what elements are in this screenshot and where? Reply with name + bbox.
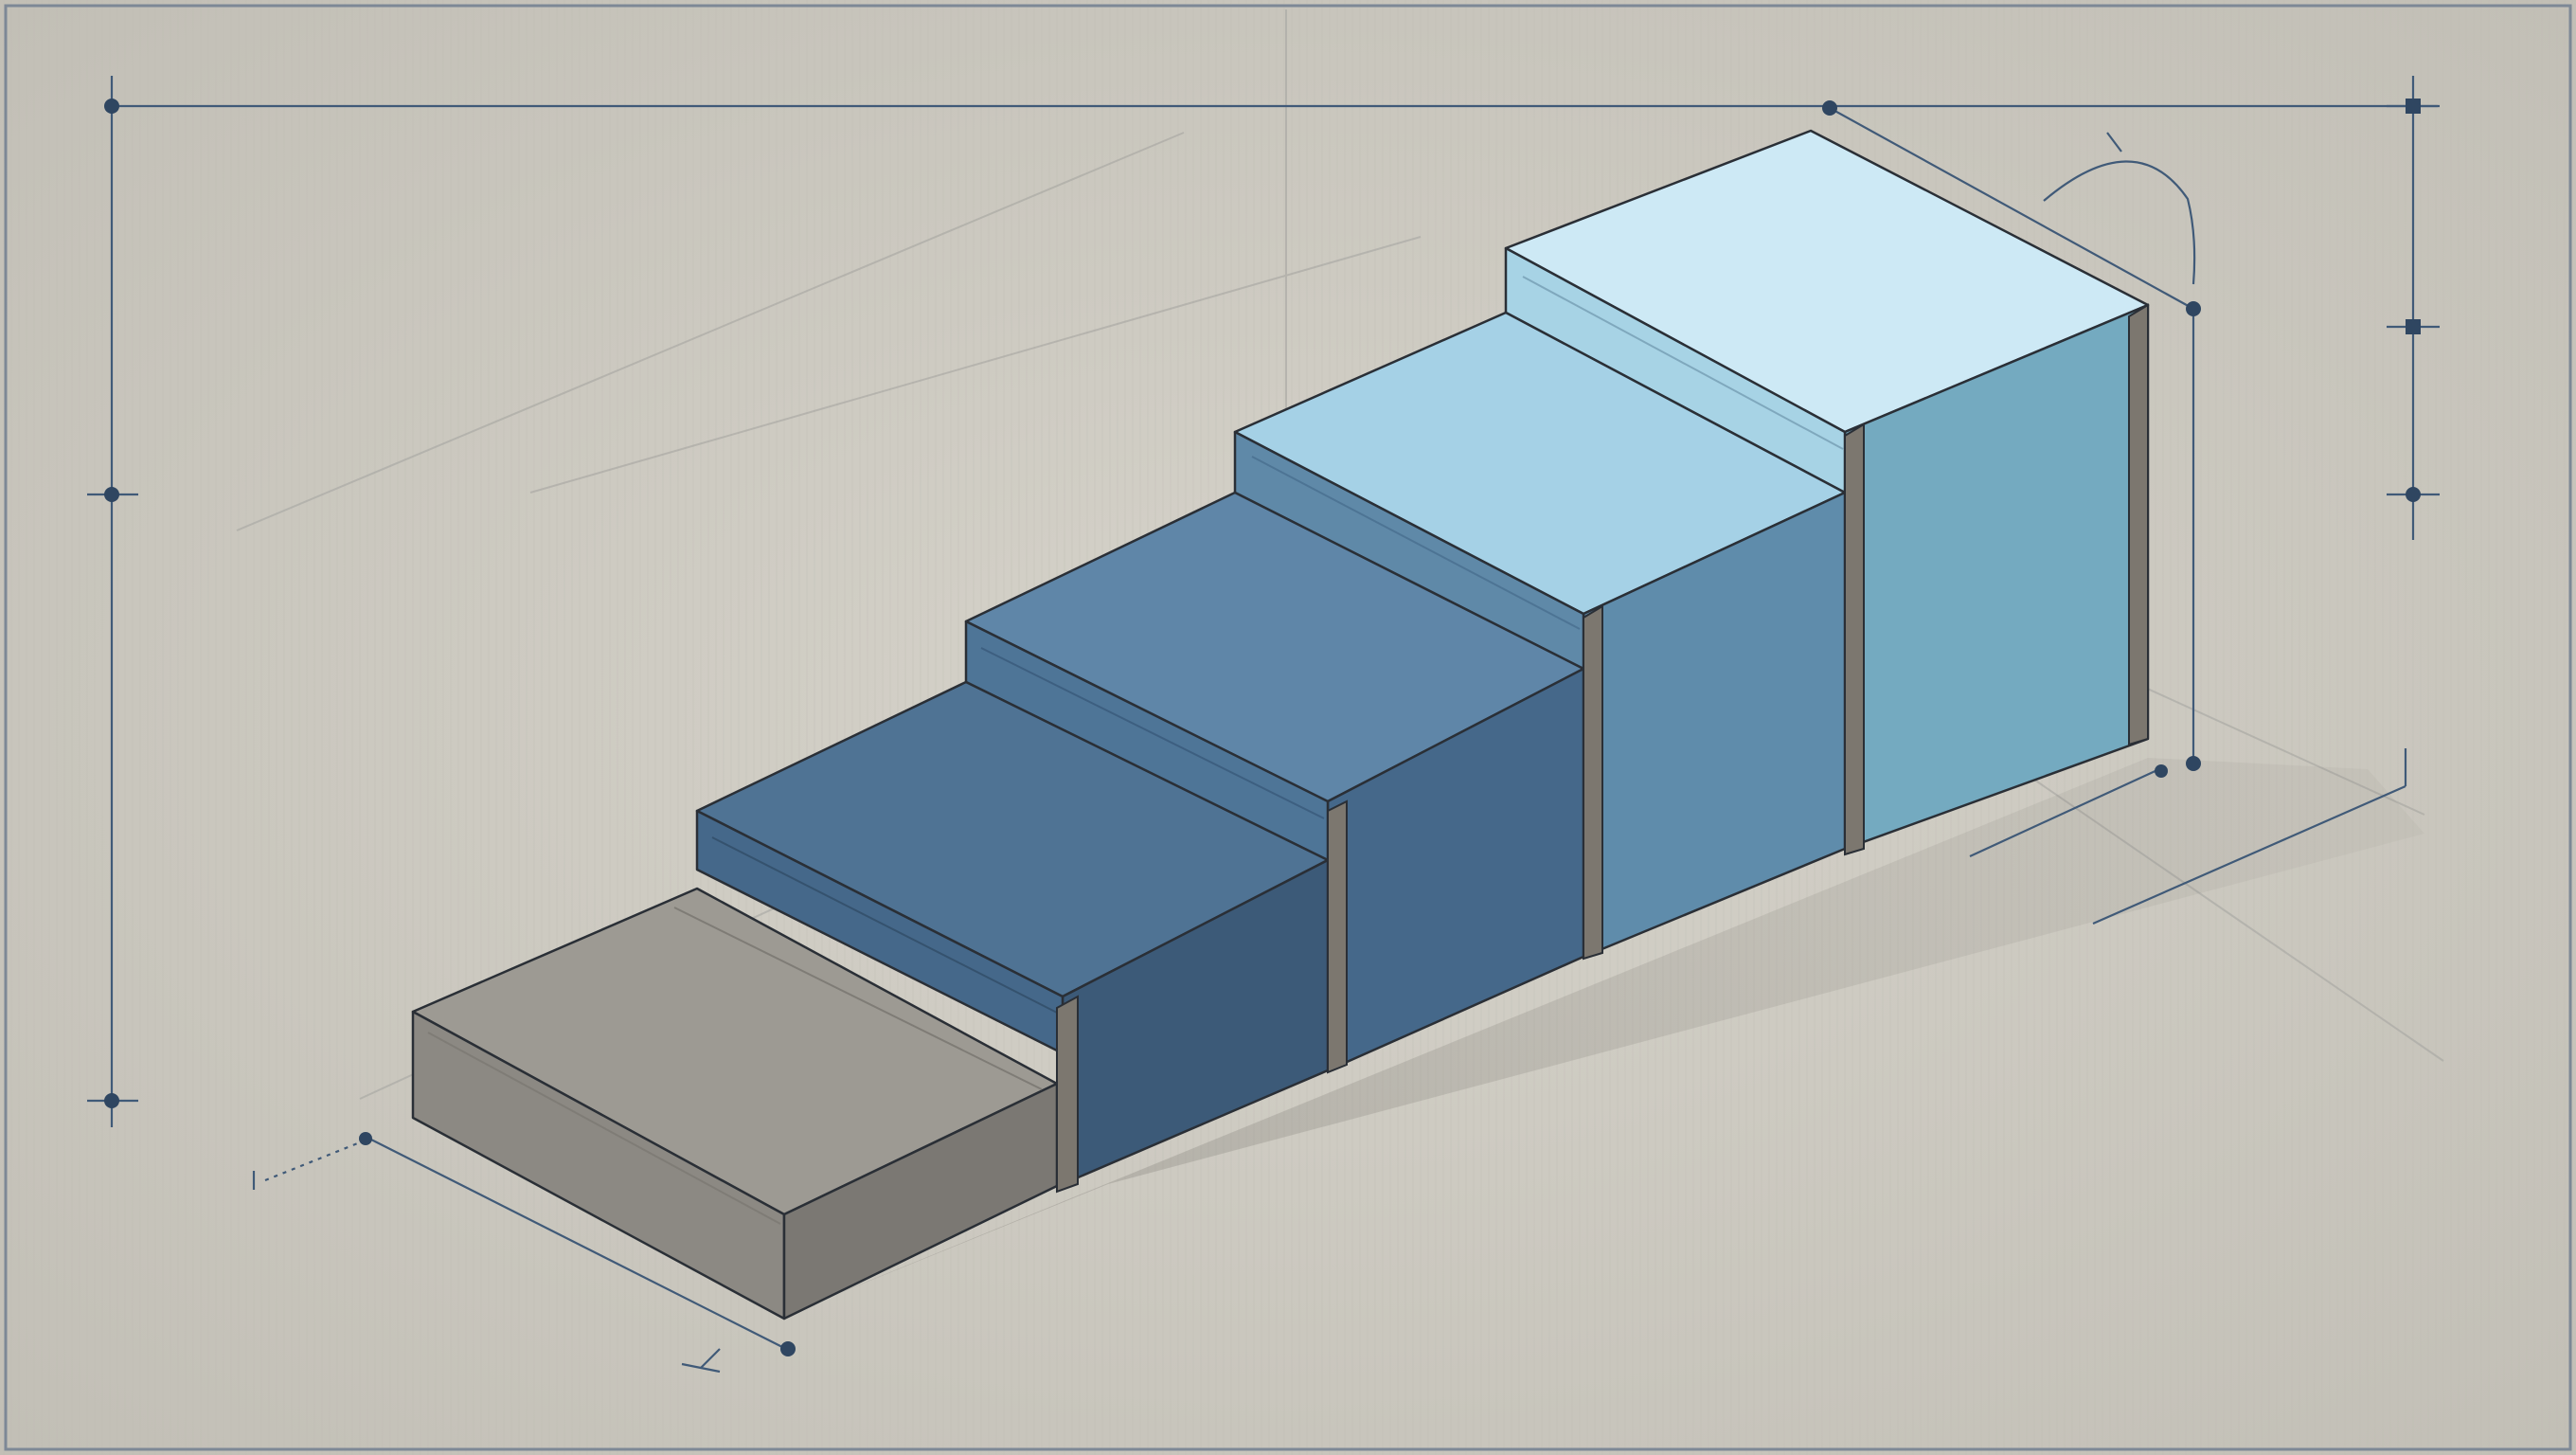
separator-5 [2128, 303, 2149, 746]
blueprint-canvas [0, 0, 2576, 1455]
separator-1 [1056, 995, 1079, 1194]
separator-3 [1583, 604, 1603, 961]
staircase-diagram [0, 0, 2576, 1455]
separator-2 [1327, 799, 1348, 1074]
separator-4 [1844, 422, 1865, 856]
